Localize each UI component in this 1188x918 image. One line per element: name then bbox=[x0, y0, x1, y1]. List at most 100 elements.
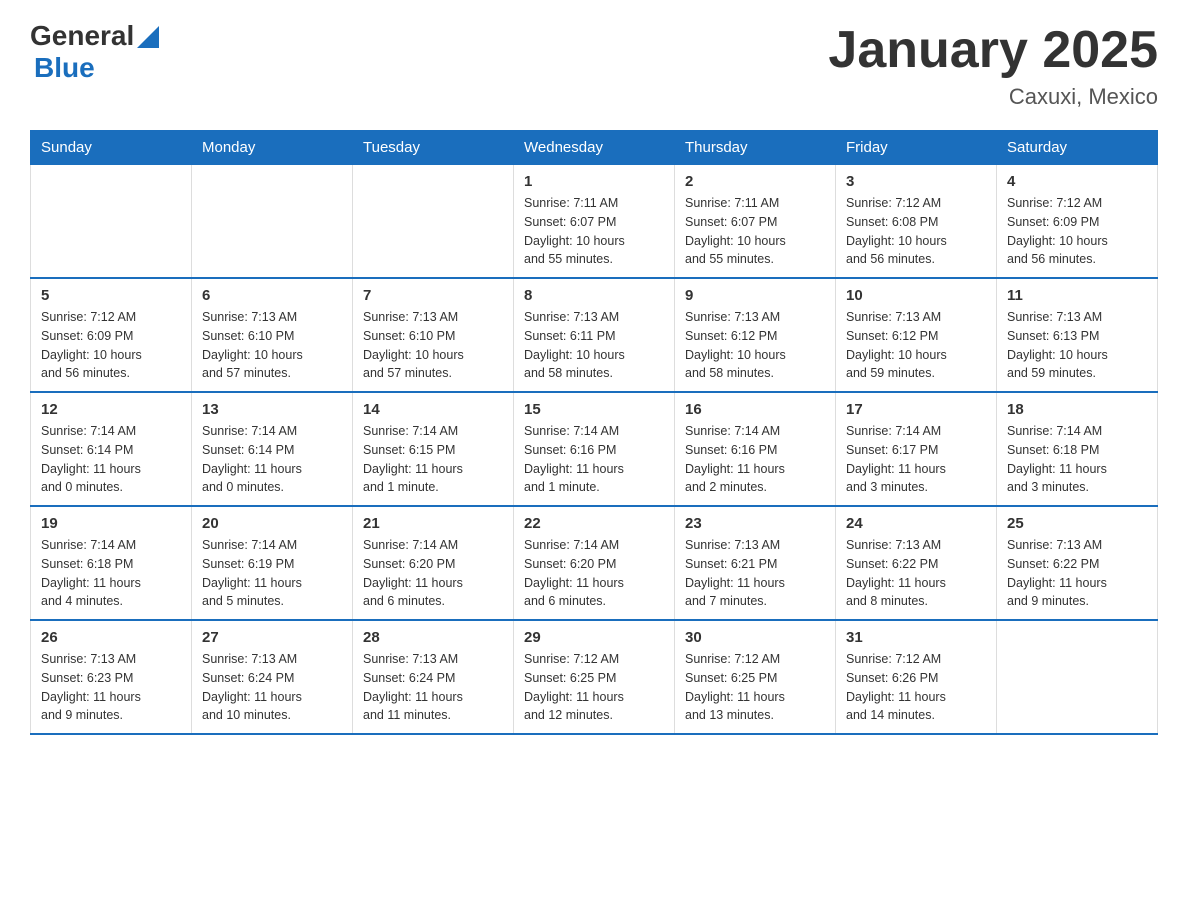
calendar-cell: 26 Sunrise: 7:13 AM Sunset: 6:23 PM Dayli… bbox=[31, 620, 192, 734]
day-info: Sunrise: 7:13 AM Sunset: 6:22 PM Dayligh… bbox=[846, 536, 986, 611]
calendar-cell bbox=[997, 620, 1158, 734]
day-number: 3 bbox=[846, 173, 986, 190]
calendar-body: 1 Sunrise: 7:11 AM Sunset: 6:07 PM Daylig… bbox=[31, 165, 1158, 735]
calendar-header: Sunday Monday Tuesday Wednesday Thursday… bbox=[31, 131, 1158, 165]
header-monday: Monday bbox=[192, 131, 353, 165]
header-saturday: Saturday bbox=[997, 131, 1158, 165]
calendar-cell: 20 Sunrise: 7:14 AM Sunset: 6:19 PM Dayli… bbox=[192, 506, 353, 620]
day-info: Sunrise: 7:14 AM Sunset: 6:14 PM Dayligh… bbox=[41, 422, 181, 497]
day-number: 28 bbox=[363, 629, 503, 646]
calendar-cell: 7 Sunrise: 7:13 AM Sunset: 6:10 PM Daylig… bbox=[353, 278, 514, 392]
page-header: General Blue January 2025 Caxuxi, Mexico bbox=[30, 20, 1158, 110]
calendar-cell: 14Sunrise: 7:14 AM Sunset: 6:15 PM Dayli… bbox=[353, 392, 514, 506]
calendar-week-1: 1 Sunrise: 7:11 AM Sunset: 6:07 PM Daylig… bbox=[31, 165, 1158, 279]
day-info: Sunrise: 7:14 AM Sunset: 6:19 PM Dayligh… bbox=[202, 536, 342, 611]
day-info: Sunrise: 7:13 AM Sunset: 6:21 PM Dayligh… bbox=[685, 536, 825, 611]
logo-blue-text: Blue bbox=[32, 52, 95, 84]
calendar-cell: 17Sunrise: 7:14 AM Sunset: 6:17 PM Dayli… bbox=[836, 392, 997, 506]
calendar-cell: 2Sunrise: 7:11 AM Sunset: 6:07 PM Daylig… bbox=[675, 165, 836, 279]
calendar-cell: 4 Sunrise: 7:12 AM Sunset: 6:09 PM Daylig… bbox=[997, 165, 1158, 279]
day-number: 21 bbox=[363, 515, 503, 532]
day-number: 27 bbox=[202, 629, 342, 646]
calendar-cell: 28 Sunrise: 7:13 AM Sunset: 6:24 PM Dayli… bbox=[353, 620, 514, 734]
calendar-cell: 24Sunrise: 7:13 AM Sunset: 6:22 PM Dayli… bbox=[836, 506, 997, 620]
calendar-cell: 29Sunrise: 7:12 AM Sunset: 6:25 PM Dayli… bbox=[514, 620, 675, 734]
calendar-week-5: 26 Sunrise: 7:13 AM Sunset: 6:23 PM Dayli… bbox=[31, 620, 1158, 734]
calendar-title: January 2025 bbox=[828, 20, 1158, 80]
header-tuesday: Tuesday bbox=[353, 131, 514, 165]
day-number: 18 bbox=[1007, 401, 1147, 418]
day-number: 7 bbox=[363, 287, 503, 304]
day-info: Sunrise: 7:11 AM Sunset: 6:07 PM Dayligh… bbox=[524, 194, 664, 269]
calendar-cell: 9Sunrise: 7:13 AM Sunset: 6:12 PM Daylig… bbox=[675, 278, 836, 392]
day-info: Sunrise: 7:13 AM Sunset: 6:24 PM Dayligh… bbox=[202, 650, 342, 725]
day-info: Sunrise: 7:14 AM Sunset: 6:14 PM Dayligh… bbox=[202, 422, 342, 497]
day-number: 30 bbox=[685, 629, 825, 646]
calendar-cell: 8Sunrise: 7:13 AM Sunset: 6:11 PM Daylig… bbox=[514, 278, 675, 392]
day-info: Sunrise: 7:13 AM Sunset: 6:13 PM Dayligh… bbox=[1007, 308, 1147, 383]
header-friday: Friday bbox=[836, 131, 997, 165]
calendar-cell: 19 Sunrise: 7:14 AM Sunset: 6:18 PM Dayli… bbox=[31, 506, 192, 620]
calendar-cell: 22 Sunrise: 7:14 AM Sunset: 6:20 PM Dayli… bbox=[514, 506, 675, 620]
day-number: 25 bbox=[1007, 515, 1147, 532]
day-info: Sunrise: 7:12 AM Sunset: 6:26 PM Dayligh… bbox=[846, 650, 986, 725]
day-info: Sunrise: 7:13 AM Sunset: 6:10 PM Dayligh… bbox=[202, 308, 342, 383]
day-info: Sunrise: 7:11 AM Sunset: 6:07 PM Dayligh… bbox=[685, 194, 825, 269]
day-number: 20 bbox=[202, 515, 342, 532]
logo-general-text: General bbox=[30, 20, 134, 52]
day-number: 15 bbox=[524, 401, 664, 418]
day-info: Sunrise: 7:12 AM Sunset: 6:25 PM Dayligh… bbox=[685, 650, 825, 725]
day-info: Sunrise: 7:14 AM Sunset: 6:18 PM Dayligh… bbox=[41, 536, 181, 611]
calendar-cell: 1 Sunrise: 7:11 AM Sunset: 6:07 PM Daylig… bbox=[514, 165, 675, 279]
calendar-cell: 5 Sunrise: 7:12 AM Sunset: 6:09 PM Daylig… bbox=[31, 278, 192, 392]
day-number: 6 bbox=[202, 287, 342, 304]
day-number: 1 bbox=[524, 173, 664, 190]
day-info: Sunrise: 7:14 AM Sunset: 6:20 PM Dayligh… bbox=[363, 536, 503, 611]
calendar-cell: 23Sunrise: 7:13 AM Sunset: 6:21 PM Dayli… bbox=[675, 506, 836, 620]
day-number: 14 bbox=[363, 401, 503, 418]
day-number: 31 bbox=[846, 629, 986, 646]
day-info: Sunrise: 7:13 AM Sunset: 6:10 PM Dayligh… bbox=[363, 308, 503, 383]
calendar-week-2: 5 Sunrise: 7:12 AM Sunset: 6:09 PM Daylig… bbox=[31, 278, 1158, 392]
calendar-cell bbox=[31, 165, 192, 279]
day-info: Sunrise: 7:13 AM Sunset: 6:24 PM Dayligh… bbox=[363, 650, 503, 725]
header-row: Sunday Monday Tuesday Wednesday Thursday… bbox=[31, 131, 1158, 165]
day-number: 17 bbox=[846, 401, 986, 418]
day-info: Sunrise: 7:14 AM Sunset: 6:18 PM Dayligh… bbox=[1007, 422, 1147, 497]
day-number: 13 bbox=[202, 401, 342, 418]
calendar-cell: 30 Sunrise: 7:12 AM Sunset: 6:25 PM Dayli… bbox=[675, 620, 836, 734]
day-info: Sunrise: 7:13 AM Sunset: 6:11 PM Dayligh… bbox=[524, 308, 664, 383]
day-info: Sunrise: 7:13 AM Sunset: 6:22 PM Dayligh… bbox=[1007, 536, 1147, 611]
day-info: Sunrise: 7:14 AM Sunset: 6:20 PM Dayligh… bbox=[524, 536, 664, 611]
calendar-cell: 18 Sunrise: 7:14 AM Sunset: 6:18 PM Dayli… bbox=[997, 392, 1158, 506]
day-number: 19 bbox=[41, 515, 181, 532]
calendar-week-3: 12 Sunrise: 7:14 AM Sunset: 6:14 PM Dayli… bbox=[31, 392, 1158, 506]
calendar-cell: 21 Sunrise: 7:14 AM Sunset: 6:20 PM Dayli… bbox=[353, 506, 514, 620]
day-number: 10 bbox=[846, 287, 986, 304]
day-info: Sunrise: 7:12 AM Sunset: 6:09 PM Dayligh… bbox=[1007, 194, 1147, 269]
calendar-cell: 25 Sunrise: 7:13 AM Sunset: 6:22 PM Dayli… bbox=[997, 506, 1158, 620]
calendar-cell: 16 Sunrise: 7:14 AM Sunset: 6:16 PM Dayli… bbox=[675, 392, 836, 506]
day-number: 11 bbox=[1007, 287, 1147, 304]
calendar-table: Sunday Monday Tuesday Wednesday Thursday… bbox=[30, 130, 1158, 735]
calendar-week-4: 19 Sunrise: 7:14 AM Sunset: 6:18 PM Dayli… bbox=[31, 506, 1158, 620]
day-info: Sunrise: 7:12 AM Sunset: 6:09 PM Dayligh… bbox=[41, 308, 181, 383]
day-number: 26 bbox=[41, 629, 181, 646]
logo: General Blue bbox=[30, 20, 159, 84]
calendar-cell: 27 Sunrise: 7:13 AM Sunset: 6:24 PM Dayli… bbox=[192, 620, 353, 734]
day-number: 22 bbox=[524, 515, 664, 532]
day-number: 5 bbox=[41, 287, 181, 304]
day-number: 16 bbox=[685, 401, 825, 418]
day-number: 4 bbox=[1007, 173, 1147, 190]
day-info: Sunrise: 7:14 AM Sunset: 6:16 PM Dayligh… bbox=[524, 422, 664, 497]
day-info: Sunrise: 7:13 AM Sunset: 6:23 PM Dayligh… bbox=[41, 650, 181, 725]
title-block: January 2025 Caxuxi, Mexico bbox=[828, 20, 1158, 110]
calendar-cell bbox=[192, 165, 353, 279]
day-number: 12 bbox=[41, 401, 181, 418]
day-number: 29 bbox=[524, 629, 664, 646]
day-number: 9 bbox=[685, 287, 825, 304]
calendar-cell: 10Sunrise: 7:13 AM Sunset: 6:12 PM Dayli… bbox=[836, 278, 997, 392]
day-info: Sunrise: 7:14 AM Sunset: 6:16 PM Dayligh… bbox=[685, 422, 825, 497]
header-thursday: Thursday bbox=[675, 131, 836, 165]
calendar-cell: 3Sunrise: 7:12 AM Sunset: 6:08 PM Daylig… bbox=[836, 165, 997, 279]
